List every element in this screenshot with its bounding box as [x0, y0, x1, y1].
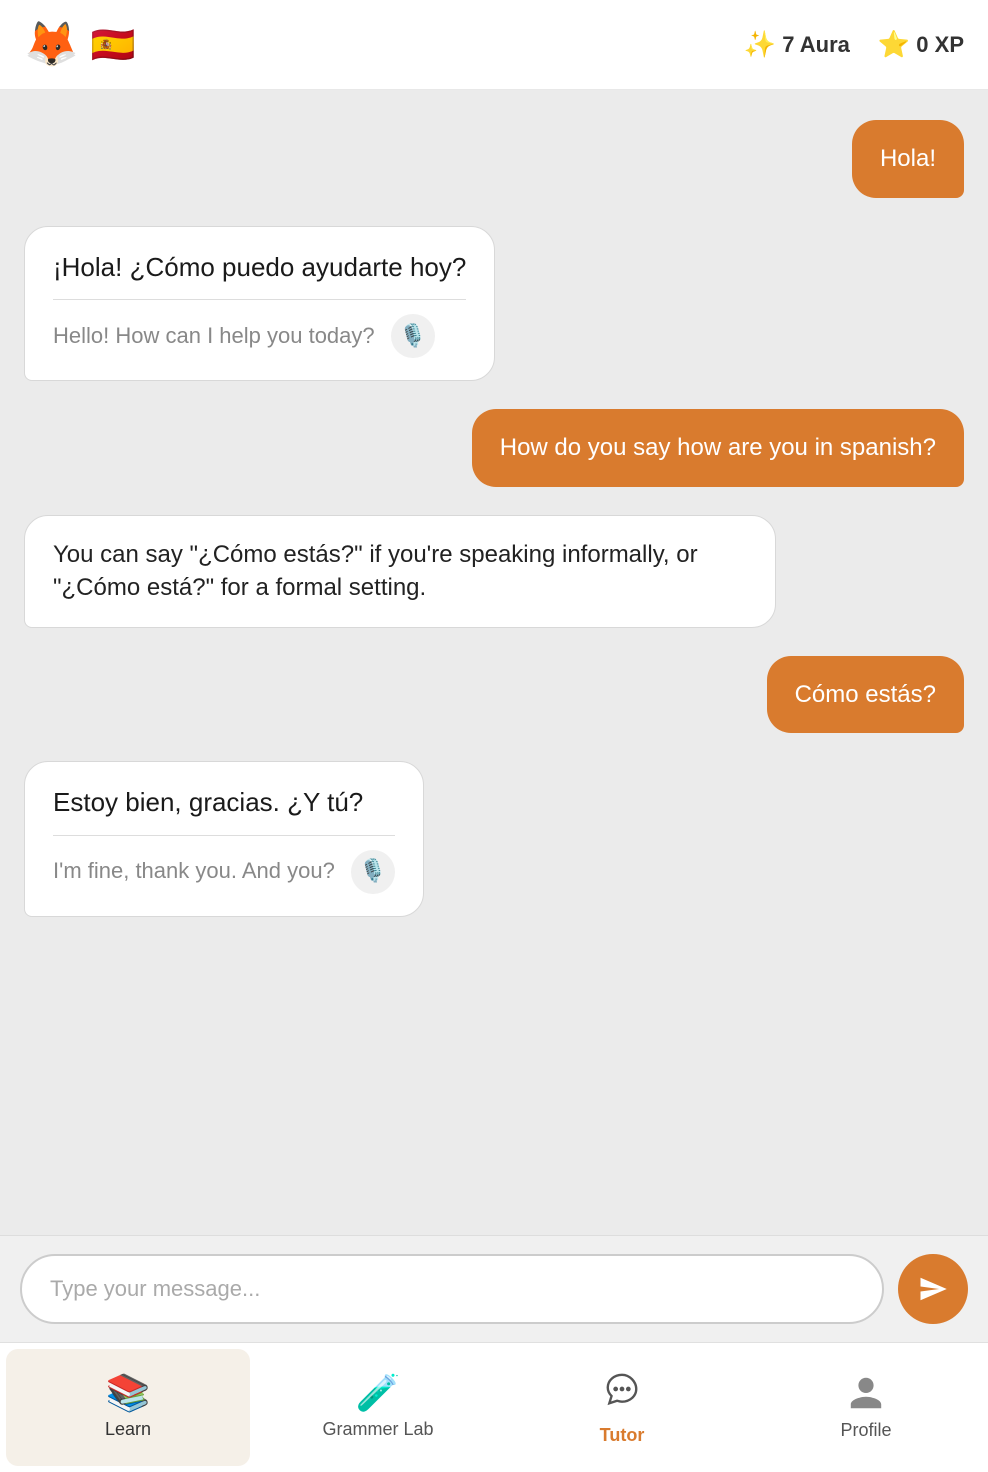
message-row: Hola!	[24, 120, 964, 198]
message-row: Cómo estás?	[24, 656, 964, 734]
message-row: ¡Hola! ¿Cómo puedo ayudarte hoy? Hello! …	[24, 226, 964, 381]
translation-text: Hello! How can I help you today?	[53, 321, 375, 352]
speaker-button[interactable]: 🎙️	[351, 850, 395, 894]
message-row: How do you say how are you in spanish?	[24, 409, 964, 487]
bot-text: You can say "¿Cómo estás?" if you're spe…	[53, 541, 698, 602]
bot-primary-text: Estoy bien, gracias. ¿Y tú?	[53, 784, 395, 835]
aura-icon: ✨	[744, 29, 776, 60]
message-input[interactable]	[20, 1254, 884, 1324]
bot-translation: Hello! How can I help you today? 🎙️	[53, 314, 466, 358]
grammar-icon: 🧪	[356, 1375, 401, 1411]
aura-value: 7 Aura	[782, 32, 850, 58]
user-bubble: Hola!	[852, 120, 964, 198]
nav-item-tutor[interactable]: Tutor	[500, 1343, 744, 1472]
fox-logo: 🦊	[24, 23, 79, 67]
language-flag[interactable]: 🇪🇸	[91, 27, 136, 63]
header: 🦊 🇪🇸 ✨ 7 Aura ⭐ 0 XP	[0, 0, 988, 90]
profile-icon	[847, 1374, 885, 1412]
tutor-icon	[603, 1370, 641, 1417]
xp-icon: ⭐	[878, 29, 910, 60]
send-button[interactable]	[898, 1254, 968, 1324]
message-text: Cómo estás?	[795, 681, 936, 708]
message-text: How do you say how are you in spanish?	[500, 434, 936, 461]
nav-label-grammar: Grammer Lab	[322, 1419, 433, 1440]
chat-area: Hola! ¡Hola! ¿Cómo puedo ayudarte hoy? H…	[0, 90, 988, 1235]
aura-stat: ✨ 7 Aura	[744, 29, 850, 60]
header-right: ✨ 7 Aura ⭐ 0 XP	[744, 29, 964, 60]
bot-bubble: You can say "¿Cómo estás?" if you're spe…	[24, 515, 776, 628]
translation-text: I'm fine, thank you. And you?	[53, 856, 335, 887]
nav-item-grammar[interactable]: 🧪 Grammer Lab	[256, 1343, 500, 1472]
nav-item-profile[interactable]: Profile	[744, 1343, 988, 1472]
bot-primary-text: ¡Hola! ¿Cómo puedo ayudarte hoy?	[53, 249, 466, 300]
send-icon	[918, 1274, 948, 1304]
nav-label-profile: Profile	[840, 1420, 891, 1441]
user-bubble: How do you say how are you in spanish?	[472, 409, 964, 487]
speaker-button[interactable]: 🎙️	[391, 314, 435, 358]
xp-stat: ⭐ 0 XP	[878, 29, 964, 60]
header-left: 🦊 🇪🇸	[24, 23, 744, 67]
message-text: Hola!	[880, 145, 936, 172]
bot-bubble: Estoy bien, gracias. ¿Y tú? I'm fine, th…	[24, 761, 424, 916]
input-area	[0, 1235, 988, 1342]
nav-label-learn: Learn	[105, 1419, 151, 1440]
nav-label-tutor: Tutor	[600, 1425, 645, 1446]
message-row: Estoy bien, gracias. ¿Y tú? I'm fine, th…	[24, 761, 964, 916]
message-row: You can say "¿Cómo estás?" if you're spe…	[24, 515, 964, 628]
learn-icon: 📚	[106, 1375, 151, 1411]
bot-bubble: ¡Hola! ¿Cómo puedo ayudarte hoy? Hello! …	[24, 226, 495, 381]
xp-value: 0 XP	[916, 32, 964, 58]
user-bubble: Cómo estás?	[767, 656, 964, 734]
bot-translation: I'm fine, thank you. And you? 🎙️	[53, 850, 395, 894]
bottom-nav: 📚 Learn 🧪 Grammer Lab Tutor Profile	[0, 1342, 988, 1472]
nav-item-learn[interactable]: 📚 Learn	[6, 1349, 250, 1466]
